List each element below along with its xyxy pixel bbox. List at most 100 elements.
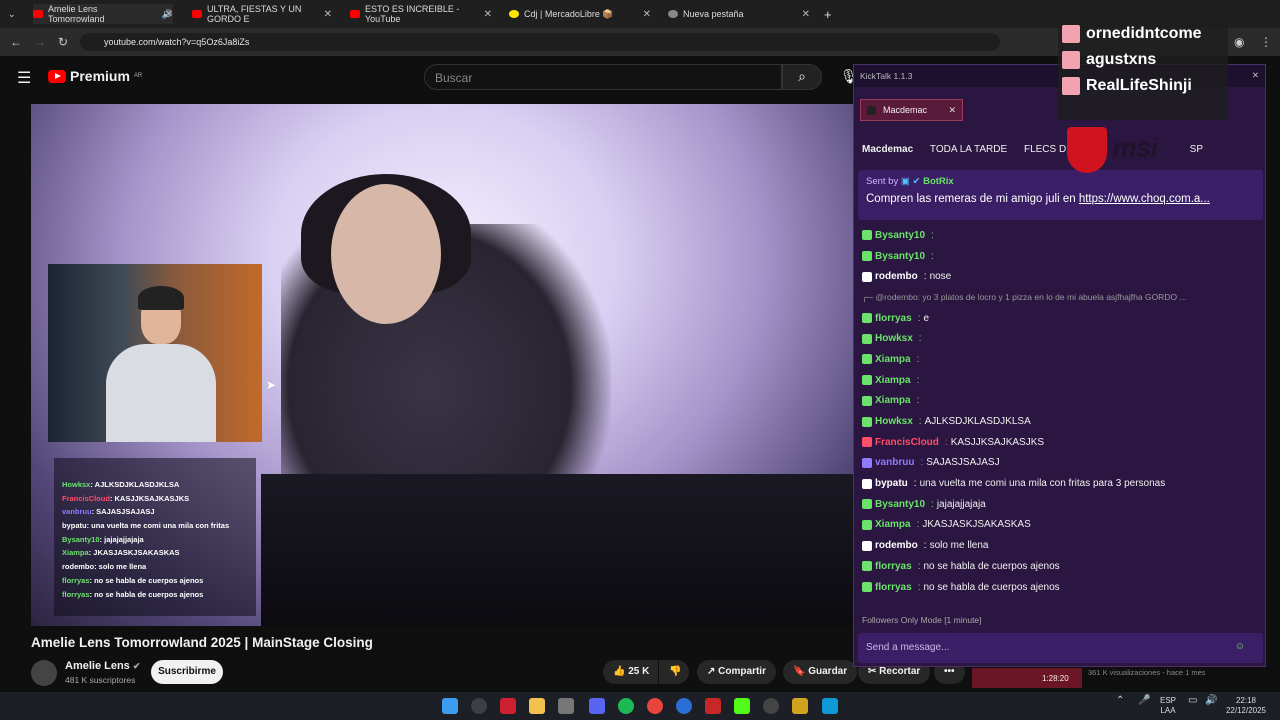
- youtube-logo[interactable]: Premium AR: [48, 68, 142, 84]
- tab-5[interactable]: Nueva pestaña ✕: [668, 4, 810, 24]
- thumbs-up-icon: 👍: [613, 666, 626, 677]
- chat-username[interactable]: rodembo: [875, 540, 918, 551]
- close-icon[interactable]: ✕: [484, 9, 492, 20]
- search-icon[interactable]: [471, 698, 487, 714]
- chat-username[interactable]: Howksx: [875, 333, 913, 344]
- channel-link[interactable]: FLECS DE: [1024, 144, 1073, 155]
- chat-username[interactable]: Xiampa: [875, 375, 911, 386]
- mic-icon[interactable]: 🎤: [1138, 696, 1150, 706]
- url-field[interactable]: youtube.com/watch?v=q5Oz6Ja8iZs: [80, 33, 1000, 51]
- chat-username[interactable]: rodembo: [875, 271, 918, 282]
- chat-colon: :: [931, 250, 934, 262]
- close-icon[interactable]: ✕: [324, 9, 332, 20]
- chat-text: jajajajjajaja: [936, 498, 986, 510]
- windows-start-icon[interactable]: [442, 698, 458, 714]
- language-indicator[interactable]: ESP LAA: [1158, 696, 1178, 716]
- chat-username[interactable]: Bysanty10: [875, 251, 925, 262]
- msi-logo: msi: [1112, 132, 1158, 163]
- channel-tab[interactable]: Macdemac ✕: [860, 99, 963, 121]
- save-button[interactable]: 🔖 Guardar: [783, 660, 858, 684]
- chat-username[interactable]: Xiampa: [875, 519, 911, 530]
- channel-link[interactable]: TODA LA TARDE: [930, 144, 1007, 155]
- channel-link[interactable]: SP: [1190, 144, 1203, 155]
- share-icon: ↗: [707, 666, 716, 677]
- chat-username[interactable]: FrancisCloud: [875, 437, 939, 448]
- network-icon[interactable]: ▭: [1188, 696, 1197, 706]
- chat-username[interactable]: florryas: [875, 582, 912, 593]
- volume-icon[interactable]: 🔊: [1205, 696, 1217, 706]
- back-icon[interactable]: ←: [10, 35, 22, 49]
- subscribe-button[interactable]: Suscribirme: [151, 660, 223, 684]
- profile-icon[interactable]: ◉: [1234, 35, 1244, 49]
- close-icon[interactable]: ✕: [1252, 70, 1259, 81]
- chat-text: solo me llena: [929, 540, 989, 552]
- close-icon[interactable]: ✕: [165, 9, 173, 20]
- verified-icon: ✔: [132, 661, 141, 671]
- recommended-thumbnail[interactable]: 1:28:20: [972, 668, 1082, 688]
- chat-message: vanbruu: SAJASJSAJASJ: [862, 453, 1262, 474]
- share-button[interactable]: ↗ Compartir: [697, 660, 776, 684]
- chat-username[interactable]: Bysanty10: [875, 230, 925, 241]
- reload-icon[interactable]: ↻: [58, 35, 68, 49]
- chat-username[interactable]: Howksx: [875, 416, 913, 427]
- tab-4[interactable]: Cdj | MercadoLibre 📦 ✕: [509, 4, 651, 24]
- app-icon[interactable]: [822, 698, 838, 714]
- chat-username[interactable]: Xiampa: [875, 354, 911, 365]
- forward-icon[interactable]: →: [34, 35, 46, 49]
- new-tab-button[interactable]: +: [824, 4, 832, 24]
- app-icon[interactable]: [558, 698, 574, 714]
- search-button[interactable]: ⌕: [782, 64, 822, 90]
- tab-3-label: ESTO ES INCREIBLE - YouTube: [365, 4, 460, 24]
- chat-username[interactable]: bypatu: [875, 478, 908, 489]
- tab-3[interactable]: ESTO ES INCREIBLE - YouTube ✕: [350, 4, 492, 24]
- streamer-shirt: [106, 344, 216, 442]
- folder-icon[interactable]: [529, 698, 545, 714]
- spotify-icon[interactable]: [618, 698, 634, 714]
- search-input[interactable]: Buscar: [424, 64, 782, 90]
- overlay-chat-line: vanbruu: SAJASJSAJASJ: [62, 507, 155, 517]
- tab-list-button[interactable]: ⌄: [8, 4, 16, 24]
- chat-colon: :: [918, 333, 922, 345]
- tray-chevron-icon[interactable]: ⌃: [1116, 696, 1124, 706]
- chat-username[interactable]: vanbruu: [875, 457, 914, 468]
- chat-text: no se habla de cuerpos ajenos: [923, 560, 1060, 572]
- app-icon[interactable]: [705, 698, 721, 714]
- menu-icon[interactable]: ⋮: [1260, 35, 1272, 49]
- chat-username[interactable]: Xiampa: [875, 395, 911, 406]
- app-icon[interactable]: [500, 698, 516, 714]
- channel-name[interactable]: Amelie Lens ✔: [65, 660, 140, 672]
- discord-icon[interactable]: [589, 698, 605, 714]
- tab-2[interactable]: ULTRA, FIESTAS Y UN GORDO E ✕: [192, 4, 332, 24]
- emote-icon[interactable]: ☺: [1235, 641, 1245, 652]
- app-icon[interactable]: [792, 698, 808, 714]
- bot-icon: ▣ ✔: [900, 176, 921, 187]
- clock[interactable]: 22:18 22/12/2025: [1224, 696, 1268, 716]
- app-icon[interactable]: [676, 698, 692, 714]
- hamburger-icon[interactable]: ☰: [17, 68, 31, 88]
- chat-username[interactable]: florryas: [875, 561, 912, 572]
- gift-entry: ornedidntcome: [1058, 22, 1228, 46]
- avatar[interactable]: [31, 660, 57, 686]
- badge-icon: [862, 437, 872, 448]
- chrome-icon[interactable]: [647, 698, 663, 714]
- chat-username[interactable]: Bysanty10: [875, 499, 925, 510]
- streamer-hair: [138, 286, 184, 310]
- app-icon[interactable]: [763, 698, 779, 714]
- close-icon[interactable]: ✕: [802, 9, 810, 20]
- chat-colon: :: [944, 436, 948, 448]
- youtube-icon: [33, 10, 43, 18]
- like-button[interactable]: 👍 25 K: [603, 660, 658, 684]
- gift-icon: [1062, 51, 1080, 69]
- message-input[interactable]: Send a message... ☺: [858, 633, 1263, 663]
- chat-username[interactable]: florryas: [875, 313, 912, 324]
- globe-icon: [668, 10, 678, 18]
- channel-link[interactable]: Macdemac: [862, 144, 913, 155]
- close-icon[interactable]: ✕: [643, 9, 651, 20]
- chat-message: Xiampa:: [862, 349, 1262, 370]
- close-icon[interactable]: ✕: [948, 105, 956, 116]
- tab-1[interactable]: Amelie Lens Tomorrowland 🔊 ✕: [33, 4, 173, 24]
- pinned-link[interactable]: https://www.choq.com.a...: [1079, 193, 1210, 205]
- dislike-button[interactable]: 👎: [659, 660, 689, 684]
- kick-icon[interactable]: [734, 698, 750, 714]
- tab-2-label: ULTRA, FIESTAS Y UN GORDO E: [207, 4, 302, 24]
